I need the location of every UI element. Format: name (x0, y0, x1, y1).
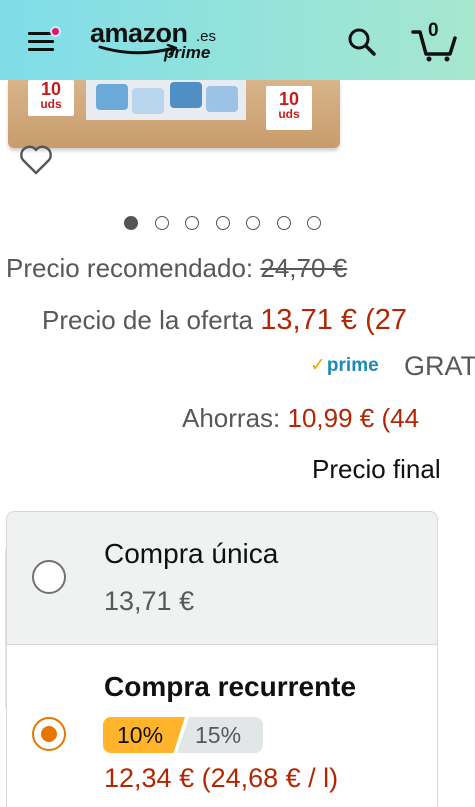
savings-label: Ahorras: (182, 403, 281, 433)
savings-row: Ahorras: 10,99 € (44 (182, 402, 419, 434)
one-time-purchase-option[interactable]: Compra única 13,71 € (6, 511, 438, 645)
discount-10-label: 10% (117, 722, 164, 748)
discount-15-label: 15% (195, 722, 242, 748)
recurring-radio[interactable] (32, 717, 66, 751)
cart-count-badge: 0 (428, 20, 439, 41)
capsule-graphic (206, 86, 238, 112)
units-tag-number: 10 (40, 79, 62, 99)
one-time-price: 13,71 € (104, 586, 195, 616)
discount-15-percent[interactable]: 15% (177, 717, 263, 753)
hamburger-menu-icon-bar (28, 40, 54, 43)
discount-selector[interactable]: 10% 15% (103, 717, 263, 753)
offer-price-value: 13,71 € (27 (260, 304, 407, 336)
units-tag-unit: uds (278, 107, 300, 121)
recommended-price-label: Precio recomendado: (6, 253, 254, 283)
carousel-dot-3[interactable] (185, 216, 199, 230)
heart-icon (20, 145, 52, 175)
final-price-text: Precio final (312, 454, 441, 484)
units-tag-number: 10 (278, 89, 300, 109)
image-carousel-dots (120, 214, 330, 230)
recommended-price-value: 24,70 € (260, 253, 348, 283)
amazon-prime-logo[interactable]: amazon .es prime (90, 18, 230, 66)
product-package-window (86, 80, 246, 120)
carousel-dot-1[interactable] (124, 216, 138, 230)
discount-10-percent[interactable]: 10% (103, 717, 185, 753)
carousel-dot-2[interactable] (154, 216, 169, 230)
product-page: amazon .es prime 0 10 uds 10 uds Precio … (0, 0, 475, 807)
notification-dot (50, 26, 61, 37)
carousel-dot-7[interactable] (307, 216, 321, 230)
hamburger-menu-icon-bar (28, 48, 54, 51)
recurring-title: Compra recurrente (104, 671, 357, 702)
capsule-graphic (170, 82, 202, 108)
offer-price-row: Precio de la oferta 13,71 € (27 (42, 304, 407, 336)
prime-badge: ✓prime (310, 354, 379, 377)
carousel-dot-6[interactable] (276, 216, 291, 230)
carousel-dot-4[interactable] (215, 216, 230, 230)
capsule-graphic (132, 88, 164, 114)
cart-button[interactable]: 0 (410, 18, 458, 62)
prime-check-icon: ✓ (310, 355, 326, 376)
logo-prime: prime (164, 43, 211, 62)
offer-price-label: Precio de la oferta (42, 305, 254, 335)
search-icon (348, 28, 376, 56)
units-tag-right: 10 uds (266, 86, 312, 130)
one-time-radio[interactable] (32, 560, 66, 594)
wishlist-button[interactable] (18, 142, 54, 178)
top-nav-bar: amazon .es prime 0 (0, 0, 475, 80)
units-tag-left: 10 uds (28, 80, 74, 116)
recommended-price-row: Precio recomendado: 24,70 € (6, 252, 347, 284)
hamburger-menu-button[interactable] (22, 24, 62, 58)
search-button[interactable] (344, 24, 380, 58)
units-tag-unit: uds (40, 97, 62, 111)
savings-value: 10,99 € (44 (287, 403, 420, 433)
recurring-price: 12,34 € (24,68 € / l) (104, 763, 339, 793)
capsule-graphic (96, 84, 128, 110)
free-shipping-text: GRAT (404, 351, 475, 381)
recurring-purchase-option[interactable]: Compra recurrente 10% 15% 12,34 € (24,68… (6, 644, 438, 807)
one-time-title: Compra única (104, 538, 279, 569)
prime-badge-text: prime (326, 355, 379, 376)
carousel-dot-5[interactable] (246, 216, 260, 230)
product-image[interactable]: 10 uds 10 uds (8, 80, 340, 148)
